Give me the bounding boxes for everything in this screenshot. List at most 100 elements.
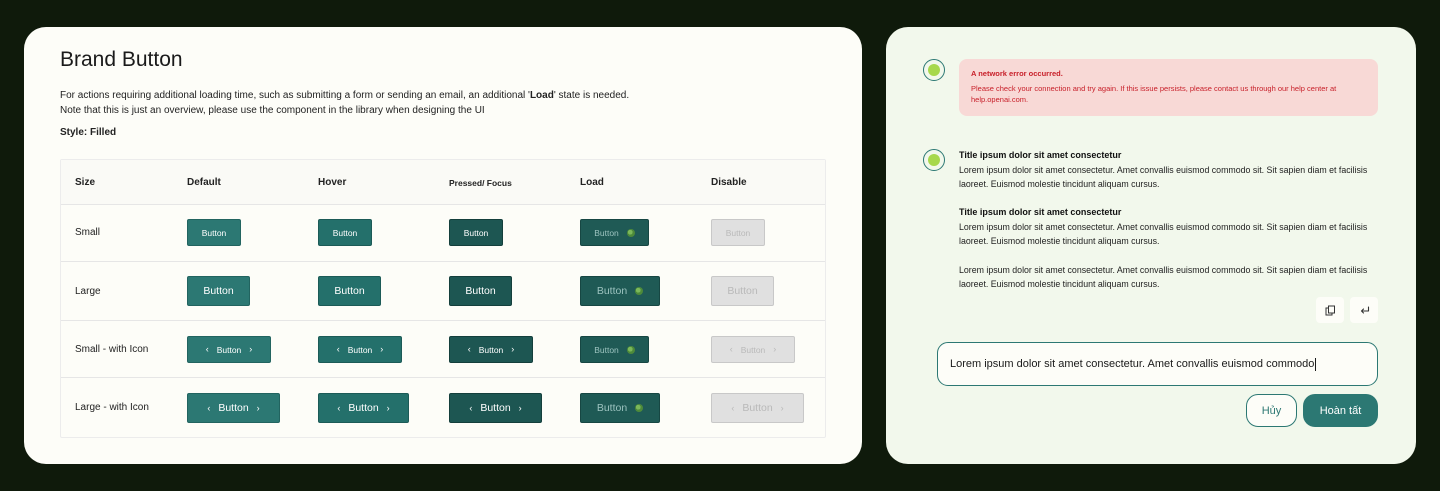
- button-states-table: Size Default Hover Pressed/ Focus Load D…: [60, 159, 826, 438]
- description-bold: Load: [529, 90, 554, 101]
- button-small-icon-load[interactable]: Button: [580, 336, 649, 363]
- copy-button[interactable]: [1316, 297, 1344, 323]
- description: For actions requiring additional loading…: [60, 88, 640, 118]
- button-label: Button: [218, 402, 249, 414]
- button-large-icon-hover[interactable]: ‹ Button ›: [318, 393, 409, 423]
- button-large-icon-pressed[interactable]: ‹ Button ›: [449, 393, 542, 423]
- header-size: Size: [75, 177, 96, 188]
- chevron-right-icon: ›: [511, 344, 515, 354]
- copy-icon: [1325, 305, 1335, 315]
- row-label: Small - with Icon: [75, 344, 149, 355]
- chevron-right-icon: ›: [518, 402, 522, 413]
- spinner-icon: [626, 228, 635, 237]
- button-large-hover[interactable]: Button: [318, 276, 381, 306]
- button-label: Button: [596, 285, 628, 297]
- table-row: Small - with Icon ‹ Button › ‹ Button › ‹ But…: [61, 321, 825, 378]
- button-small-icon-pressed[interactable]: ‹ Button ›: [449, 336, 533, 363]
- button-small-hover[interactable]: Button: [318, 219, 372, 246]
- button-large-pressed[interactable]: Button: [449, 276, 512, 306]
- chevron-right-icon: ›: [380, 344, 384, 354]
- chevron-left-icon: ‹: [467, 344, 471, 354]
- button-small-icon-default[interactable]: ‹ Button ›: [187, 336, 271, 363]
- button-large-disable: Button: [711, 276, 774, 306]
- header-pressed: Pressed/ Focus: [449, 178, 512, 188]
- button-label: Button: [480, 402, 511, 414]
- header-disable: Disable: [711, 177, 747, 188]
- table-row: Large - with Icon ‹ Button › ‹ Button › ‹ But…: [61, 378, 825, 437]
- message-title: Title ipsum dolor sit amet consectetur: [959, 207, 1122, 217]
- page-title: Brand Button: [60, 48, 183, 71]
- spinner-icon: [635, 287, 644, 295]
- message-body: Lorem ipsum dolor sit amet consectetur. …: [959, 265, 1368, 289]
- chevron-left-icon: ‹: [337, 402, 341, 413]
- spinner-icon: [635, 404, 644, 412]
- button-label: Button: [332, 227, 358, 238]
- error-text: Please check your connection and try aga…: [971, 84, 1337, 104]
- cancel-button[interactable]: Hủy: [1246, 394, 1297, 427]
- button-label: Button: [348, 402, 379, 414]
- header-hover: Hover: [318, 177, 347, 188]
- chevron-left-icon: ‹: [469, 402, 473, 413]
- button-large-icon-default[interactable]: ‹ Button ›: [187, 393, 280, 423]
- reply-button[interactable]: [1350, 297, 1378, 323]
- table-header: Size Default Hover Pressed/ Focus Load D…: [61, 160, 825, 205]
- row-label: Large - with Icon: [75, 402, 149, 413]
- button-large-default[interactable]: Button: [187, 276, 250, 306]
- chevron-right-icon: ›: [780, 402, 784, 413]
- chevron-right-icon: ›: [256, 402, 260, 413]
- button-small-icon-hover[interactable]: ‹ Button ›: [318, 336, 402, 363]
- button-large-icon-load[interactable]: Button: [580, 393, 660, 423]
- assistant-avatar: [923, 149, 945, 171]
- button-label: Button: [742, 402, 773, 414]
- assistant-avatar: [923, 59, 945, 81]
- button-small-disable: Button: [711, 219, 765, 246]
- row-label: Large: [75, 286, 101, 297]
- button-small-icon-disable: ‹ Button ›: [711, 336, 795, 363]
- button-large-icon-disable: ‹ Button ›: [711, 393, 804, 423]
- message-body: Lorem ipsum dolor sit amet consectetur. …: [959, 222, 1368, 246]
- message-input-value: Lorem ipsum dolor sit amet consectetur. …: [950, 358, 1315, 370]
- button-small-pressed[interactable]: Button: [449, 219, 503, 246]
- button-label: Button: [478, 344, 504, 355]
- chevron-right-icon: ›: [386, 402, 390, 413]
- button-label: Button: [347, 344, 373, 355]
- text-caret: [1315, 357, 1317, 371]
- button-label: Button: [463, 227, 489, 238]
- chat-card: A network error occurred. Please check y…: [886, 27, 1416, 464]
- message-input[interactable]: Lorem ipsum dolor sit amet consectetur. …: [937, 342, 1378, 386]
- button-large-load[interactable]: Button: [580, 276, 660, 306]
- button-label: Button: [596, 402, 628, 414]
- button-label: Button: [334, 285, 365, 297]
- button-label: Button: [203, 285, 234, 297]
- done-button[interactable]: Hoàn tất: [1303, 394, 1378, 427]
- error-message: A network error occurred. Please check y…: [959, 59, 1378, 116]
- chevron-left-icon: ‹: [731, 402, 735, 413]
- button-label: Button: [727, 285, 758, 297]
- description-text: For actions requiring additional loading…: [60, 90, 530, 101]
- brand-button-card: Brand Button For actions requiring addit…: [24, 27, 862, 464]
- return-icon: [1360, 305, 1369, 314]
- error-title: A network error occurred.: [971, 69, 1063, 78]
- button-small-load[interactable]: Button: [580, 219, 649, 246]
- button-label: Button: [216, 344, 242, 355]
- chevron-right-icon: ›: [773, 344, 777, 354]
- chevron-left-icon: ‹: [207, 402, 211, 413]
- header-default: Default: [187, 177, 221, 188]
- style-label: Style: Filled: [60, 127, 117, 138]
- button-small-default[interactable]: Button: [187, 219, 241, 246]
- chevron-left-icon: ‹: [205, 344, 209, 354]
- message-title: Title ipsum dolor sit amet consectetur: [959, 150, 1122, 160]
- button-label: Button: [465, 285, 496, 297]
- spinner-icon: [626, 345, 635, 354]
- button-label: Button: [725, 227, 751, 238]
- chevron-left-icon: ‹: [729, 344, 733, 354]
- message-block: Title ipsum dolor sit amet consectetur L…: [959, 207, 1379, 248]
- button-label: Button: [594, 344, 619, 355]
- row-label: Small: [75, 227, 101, 238]
- button-label: Button: [594, 227, 619, 238]
- table-row: Small Button Button Button Button Button: [61, 205, 825, 262]
- message-block: Title ipsum dolor sit amet consectetur L…: [959, 150, 1379, 191]
- header-load: Load: [580, 177, 604, 188]
- chevron-left-icon: ‹: [336, 344, 340, 354]
- chevron-right-icon: ›: [249, 344, 253, 354]
